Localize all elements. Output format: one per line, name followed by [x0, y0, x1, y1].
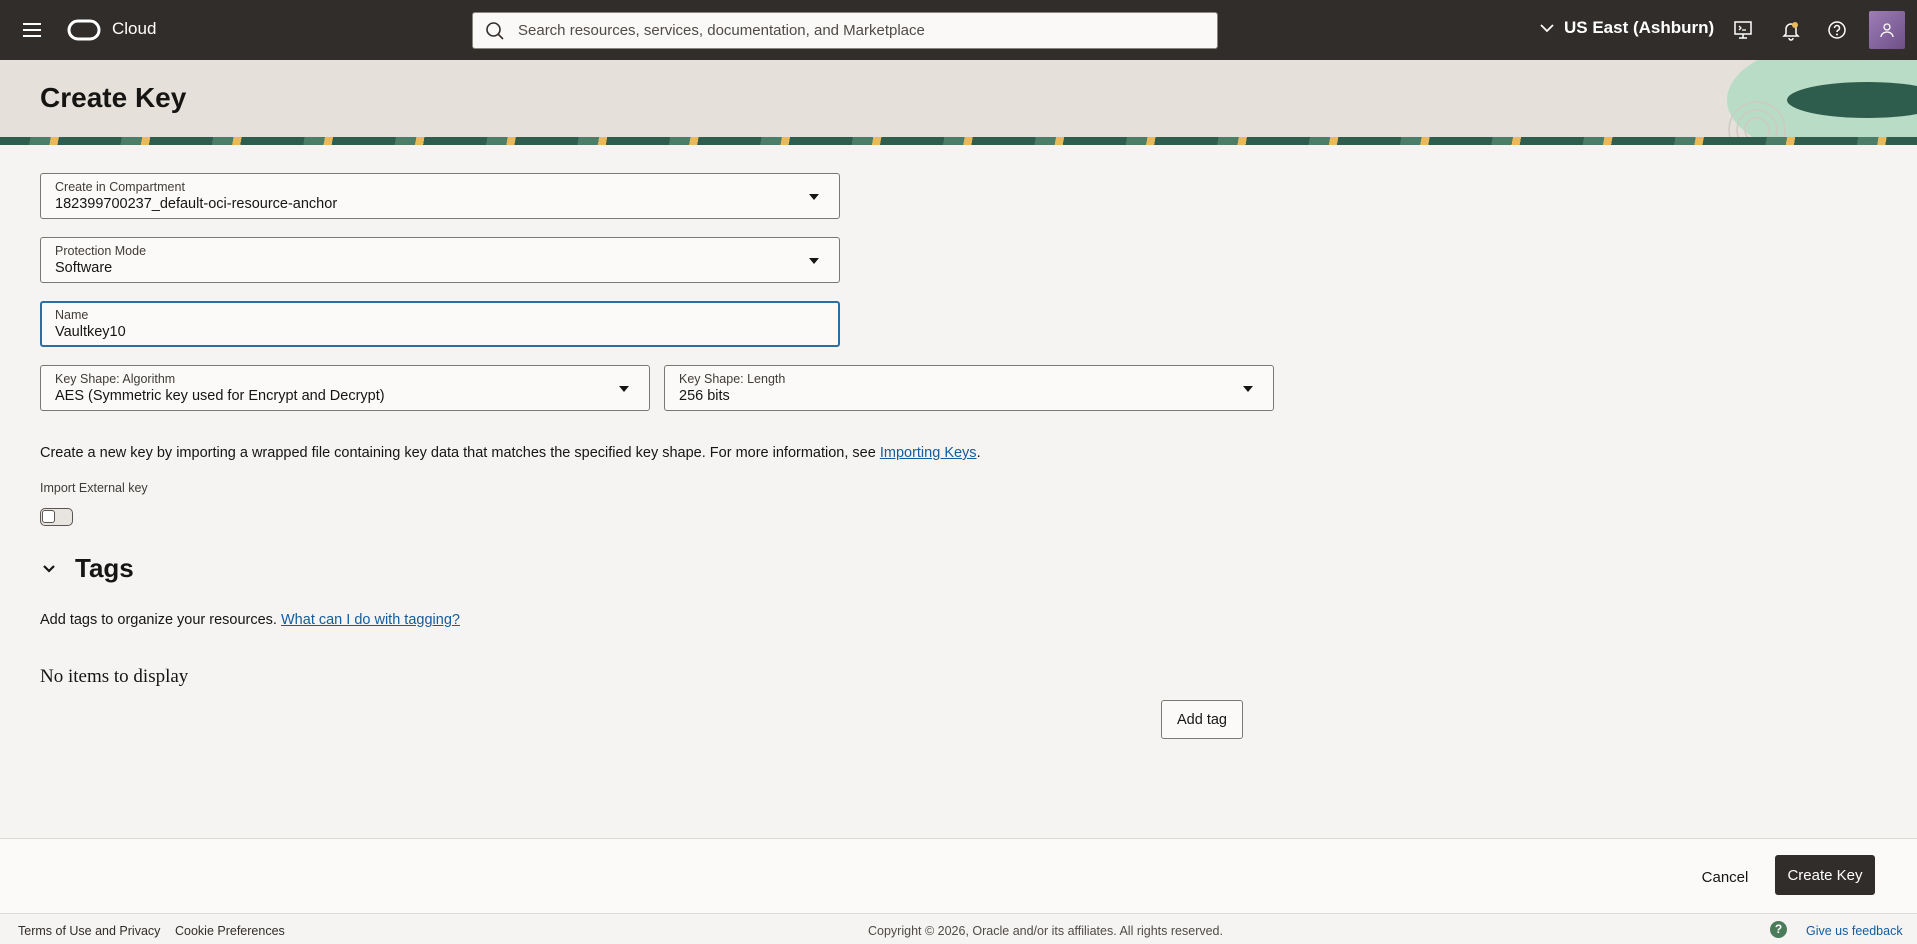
compartment-value: 182399700237_default-oci-resource-anchor [55, 196, 338, 212]
tags-section-title: Tags [75, 553, 134, 583]
protection-mode-label: Protection Mode [55, 244, 147, 258]
cloud-shell-icon[interactable] [1732, 19, 1754, 41]
copyright-text: Copyright © 2026, Oracle and/or its affi… [868, 924, 1223, 938]
decorative-banner-art [1727, 60, 1917, 145]
top-navigation-bar: Cloud Search resources, services, docume… [0, 0, 1917, 60]
tags-help-text: Add tags to organize your resources. Wha… [40, 612, 460, 628]
page-title: Create Key [40, 82, 187, 113]
decorative-banner-strip [0, 137, 1917, 145]
import-info-end: . [976, 445, 981, 461]
compartment-label: Create in Compartment [55, 180, 185, 194]
hamburger-menu-icon[interactable] [20, 18, 44, 42]
dropdown-caret-icon [1243, 386, 1253, 392]
chevron-down-icon [1540, 24, 1554, 33]
dropdown-caret-icon [809, 194, 819, 200]
give-feedback-link[interactable]: Give us feedback [1806, 924, 1903, 938]
region-selector[interactable]: US East (Ashburn) [1540, 18, 1714, 38]
form-action-bar: Cancel Create Key [0, 838, 1917, 913]
search-input[interactable]: Search resources, services, documentatio… [472, 12, 1218, 49]
key-algorithm-select[interactable]: Key Shape: Algorithm AES (Symmetric key … [40, 365, 650, 411]
page-footer: Terms of Use and Privacy Cookie Preferen… [0, 913, 1917, 944]
user-profile-icon [1880, 23, 1894, 38]
dropdown-caret-icon [619, 386, 629, 392]
key-length-label: Key Shape: Length [679, 372, 786, 386]
name-input[interactable]: Name Vaultkey10 [40, 301, 840, 347]
tags-help-body: Add tags to organize your resources. [40, 612, 281, 628]
dropdown-caret-icon [809, 258, 819, 264]
oracle-logo-icon[interactable] [67, 19, 101, 41]
search-icon [486, 22, 504, 40]
feedback-help-icon[interactable]: ? [1770, 921, 1787, 938]
tags-empty-message: No items to display [40, 666, 189, 687]
chevron-down-icon[interactable] [40, 560, 58, 578]
protection-mode-value: Software [55, 260, 113, 276]
protection-mode-select[interactable]: Protection Mode Software [40, 237, 840, 283]
page-header: Create Key [0, 60, 1917, 145]
name-label: Name [55, 308, 89, 322]
cookie-preferences-link[interactable]: Cookie Preferences [175, 924, 285, 938]
create-key-button[interactable]: Create Key [1775, 855, 1875, 895]
notifications-bell-icon[interactable] [1780, 19, 1802, 41]
key-algorithm-value: AES (Symmetric key used for Encrypt and … [55, 388, 385, 404]
key-length-value: 256 bits [679, 388, 730, 404]
compartment-select[interactable]: Create in Compartment 182399700237_defau… [40, 173, 840, 219]
importing-keys-link[interactable]: Importing Keys [880, 445, 977, 461]
brand-name[interactable]: Cloud [112, 19, 156, 39]
tagging-help-link[interactable]: What can I do with tagging? [281, 612, 460, 628]
user-avatar[interactable] [1869, 11, 1905, 49]
import-info-text: Create a new key by importing a wrapped … [40, 445, 981, 461]
search-placeholder: Search resources, services, documentatio… [518, 22, 925, 39]
toggle-knob [42, 510, 55, 523]
import-info-body: Create a new key by importing a wrapped … [40, 445, 880, 461]
cancel-button[interactable]: Cancel [1690, 862, 1760, 892]
help-icon[interactable] [1826, 19, 1848, 41]
add-tag-button[interactable]: Add tag [1161, 700, 1243, 739]
terms-link[interactable]: Terms of Use and Privacy [18, 924, 160, 938]
import-external-key-label: Import External key [40, 481, 148, 495]
region-label: US East (Ashburn) [1564, 18, 1715, 37]
import-external-key-toggle[interactable] [40, 508, 73, 526]
key-algorithm-label: Key Shape: Algorithm [55, 372, 176, 386]
name-value[interactable]: Vaultkey10 [55, 323, 825, 342]
key-length-select[interactable]: Key Shape: Length 256 bits [664, 365, 1274, 411]
